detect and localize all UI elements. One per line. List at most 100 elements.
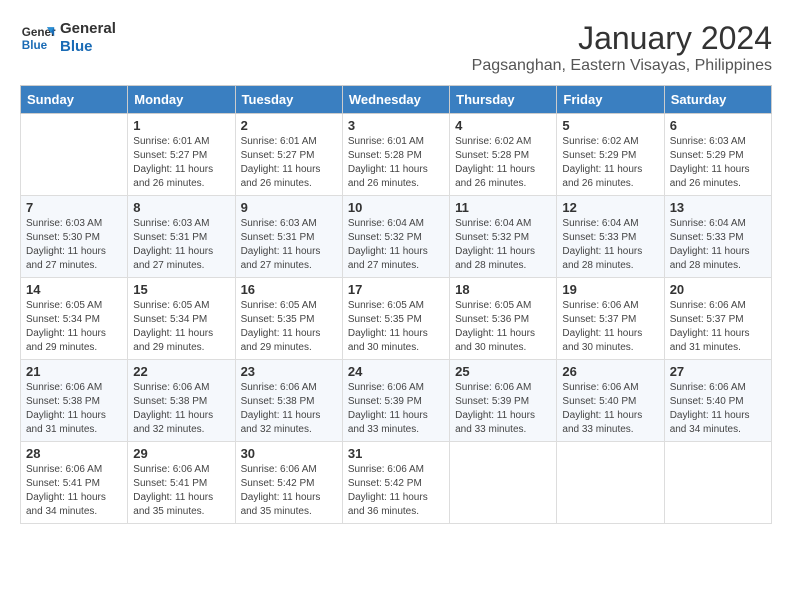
logo-icon: General Blue [20,20,56,56]
day-info: Sunrise: 6:05 AM Sunset: 5:35 PM Dayligh… [348,299,444,355]
header-row: SundayMondayTuesdayWednesdayThursdayFrid… [21,86,772,114]
day-number: 11 [455,200,551,215]
calendar-table: SundayMondayTuesdayWednesdayThursdayFrid… [20,85,772,524]
header-day-monday: Monday [128,86,235,114]
month-title: January 2024 [472,20,772,57]
calendar-cell: 23 Sunrise: 6:06 AM Sunset: 5:38 PM Dayli… [235,360,342,442]
day-number: 12 [562,200,658,215]
calendar-cell: 13 Sunrise: 6:04 AM Sunset: 5:33 PM Dayli… [664,196,771,278]
day-info: Sunrise: 6:05 AM Sunset: 5:34 PM Dayligh… [26,299,122,355]
day-number: 2 [241,118,337,133]
day-info: Sunrise: 6:06 AM Sunset: 5:41 PM Dayligh… [133,463,229,519]
calendar-cell: 16 Sunrise: 6:05 AM Sunset: 5:35 PM Dayli… [235,278,342,360]
calendar-cell: 3 Sunrise: 6:01 AM Sunset: 5:28 PM Daylig… [342,114,449,196]
day-number: 27 [670,364,766,379]
week-row-2: 7 Sunrise: 6:03 AM Sunset: 5:30 PM Daylig… [21,196,772,278]
week-row-1: 1 Sunrise: 6:01 AM Sunset: 5:27 PM Daylig… [21,114,772,196]
header-day-wednesday: Wednesday [342,86,449,114]
calendar-cell: 30 Sunrise: 6:06 AM Sunset: 5:42 PM Dayli… [235,442,342,524]
calendar-cell: 22 Sunrise: 6:06 AM Sunset: 5:38 PM Dayli… [128,360,235,442]
day-info: Sunrise: 6:03 AM Sunset: 5:31 PM Dayligh… [241,217,337,273]
day-number: 22 [133,364,229,379]
day-info: Sunrise: 6:01 AM Sunset: 5:27 PM Dayligh… [133,135,229,191]
svg-text:Blue: Blue [22,39,48,52]
calendar-cell: 26 Sunrise: 6:06 AM Sunset: 5:40 PM Dayli… [557,360,664,442]
calendar-cell: 4Sunrise: 6:02 AM Sunset: 5:28 PM Daylig… [450,114,557,196]
day-number: 20 [670,282,766,297]
day-info: Sunrise: 6:03 AM Sunset: 5:30 PM Dayligh… [26,217,122,273]
day-number: 17 [348,282,444,297]
day-info: Sunrise: 6:06 AM Sunset: 5:38 PM Dayligh… [26,381,122,437]
calendar-cell: 12 Sunrise: 6:04 AM Sunset: 5:33 PM Dayli… [557,196,664,278]
day-info: Sunrise: 6:06 AM Sunset: 5:40 PM Dayligh… [670,381,766,437]
day-info: Sunrise: 6:04 AM Sunset: 5:33 PM Dayligh… [670,217,766,273]
calendar-cell [21,114,128,196]
week-row-4: 21Sunrise: 6:06 AM Sunset: 5:38 PM Dayli… [21,360,772,442]
calendar-cell: 7 Sunrise: 6:03 AM Sunset: 5:30 PM Daylig… [21,196,128,278]
day-info: Sunrise: 6:05 AM Sunset: 5:34 PM Dayligh… [133,299,229,355]
day-number: 1 [133,118,229,133]
day-info: Sunrise: 6:06 AM Sunset: 5:41 PM Dayligh… [26,463,122,519]
day-number: 13 [670,200,766,215]
header-day-saturday: Saturday [664,86,771,114]
calendar-cell: 21Sunrise: 6:06 AM Sunset: 5:38 PM Dayli… [21,360,128,442]
day-number: 7 [26,200,122,215]
calendar-cell: 9 Sunrise: 6:03 AM Sunset: 5:31 PM Daylig… [235,196,342,278]
page-header: General Blue General Blue January 2024 P… [20,20,772,75]
calendar-cell [664,442,771,524]
day-number: 10 [348,200,444,215]
day-info: Sunrise: 6:04 AM Sunset: 5:33 PM Dayligh… [562,217,658,273]
header-day-thursday: Thursday [450,86,557,114]
day-info: Sunrise: 6:05 AM Sunset: 5:36 PM Dayligh… [455,299,551,355]
day-number: 16 [241,282,337,297]
calendar-cell: 15 Sunrise: 6:05 AM Sunset: 5:34 PM Dayli… [128,278,235,360]
calendar-cell: 29Sunrise: 6:06 AM Sunset: 5:41 PM Dayli… [128,442,235,524]
day-info: Sunrise: 6:01 AM Sunset: 5:27 PM Dayligh… [241,135,337,191]
week-row-5: 28 Sunrise: 6:06 AM Sunset: 5:41 PM Dayli… [21,442,772,524]
day-info: Sunrise: 6:05 AM Sunset: 5:35 PM Dayligh… [241,299,337,355]
day-info: Sunrise: 6:02 AM Sunset: 5:28 PM Dayligh… [455,135,551,191]
calendar-cell: 14 Sunrise: 6:05 AM Sunset: 5:34 PM Dayli… [21,278,128,360]
calendar-cell: 10 Sunrise: 6:04 AM Sunset: 5:32 PM Dayli… [342,196,449,278]
day-number: 8 [133,200,229,215]
calendar-cell: 1 Sunrise: 6:01 AM Sunset: 5:27 PM Daylig… [128,114,235,196]
day-info: Sunrise: 6:02 AM Sunset: 5:29 PM Dayligh… [562,135,658,191]
day-number: 31 [348,446,444,461]
day-number: 15 [133,282,229,297]
day-number: 30 [241,446,337,461]
day-info: Sunrise: 6:06 AM Sunset: 5:38 PM Dayligh… [133,381,229,437]
header-day-tuesday: Tuesday [235,86,342,114]
calendar-cell: 28 Sunrise: 6:06 AM Sunset: 5:41 PM Dayli… [21,442,128,524]
logo: General Blue General Blue [20,20,116,56]
calendar-cell: 2 Sunrise: 6:01 AM Sunset: 5:27 PM Daylig… [235,114,342,196]
calendar-cell: 18Sunrise: 6:05 AM Sunset: 5:36 PM Dayli… [450,278,557,360]
day-info: Sunrise: 6:06 AM Sunset: 5:38 PM Dayligh… [241,381,337,437]
day-number: 3 [348,118,444,133]
calendar-cell [557,442,664,524]
calendar-cell: 6Sunrise: 6:03 AM Sunset: 5:29 PM Daylig… [664,114,771,196]
week-row-3: 14 Sunrise: 6:05 AM Sunset: 5:34 PM Dayli… [21,278,772,360]
day-info: Sunrise: 6:06 AM Sunset: 5:42 PM Dayligh… [348,463,444,519]
calendar-cell: 24Sunrise: 6:06 AM Sunset: 5:39 PM Dayli… [342,360,449,442]
day-info: Sunrise: 6:01 AM Sunset: 5:28 PM Dayligh… [348,135,444,191]
header-day-friday: Friday [557,86,664,114]
day-info: Sunrise: 6:04 AM Sunset: 5:32 PM Dayligh… [348,217,444,273]
calendar-cell: 19Sunrise: 6:06 AM Sunset: 5:37 PM Dayli… [557,278,664,360]
day-number: 23 [241,364,337,379]
day-info: Sunrise: 6:06 AM Sunset: 5:42 PM Dayligh… [241,463,337,519]
day-number: 14 [26,282,122,297]
day-number: 19 [562,282,658,297]
day-number: 26 [562,364,658,379]
day-number: 28 [26,446,122,461]
day-info: Sunrise: 6:06 AM Sunset: 5:37 PM Dayligh… [670,299,766,355]
calendar-cell: 27 Sunrise: 6:06 AM Sunset: 5:40 PM Dayli… [664,360,771,442]
day-info: Sunrise: 6:03 AM Sunset: 5:31 PM Dayligh… [133,217,229,273]
location-subtitle: Pagsanghan, Eastern Visayas, Philippines [472,57,772,75]
calendar-cell [450,442,557,524]
day-number: 6 [670,118,766,133]
day-number: 9 [241,200,337,215]
calendar-cell: 11Sunrise: 6:04 AM Sunset: 5:32 PM Dayli… [450,196,557,278]
day-info: Sunrise: 6:06 AM Sunset: 5:40 PM Dayligh… [562,381,658,437]
calendar-cell: 5Sunrise: 6:02 AM Sunset: 5:29 PM Daylig… [557,114,664,196]
day-number: 24 [348,364,444,379]
